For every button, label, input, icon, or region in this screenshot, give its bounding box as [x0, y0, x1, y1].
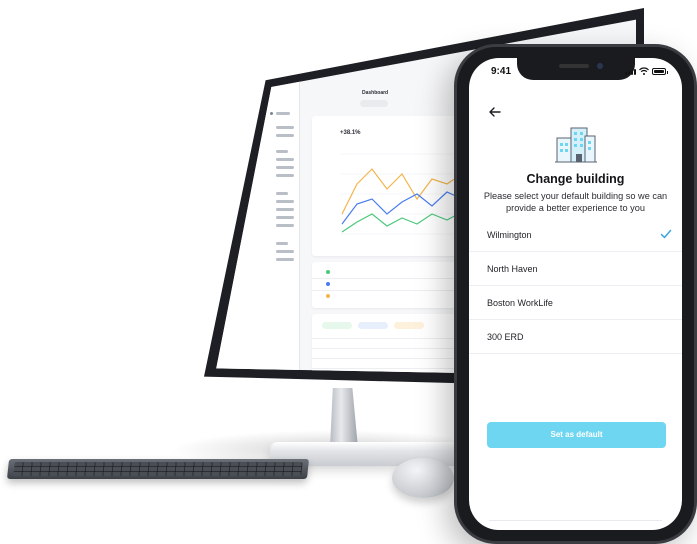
sidebar-item[interactable] — [276, 112, 290, 115]
chart-card: +38.1% — [312, 116, 472, 256]
checkmark-icon — [660, 229, 672, 239]
line-chart — [340, 153, 464, 235]
dashboard-title: Dashboard — [362, 90, 389, 96]
sidebar-item[interactable] — [276, 166, 294, 169]
phone-screen: 9:41 Change building Please select your … — [469, 58, 682, 530]
status-time: 9:41 — [491, 66, 512, 77]
sidebar-item[interactable] — [276, 192, 288, 195]
back-arrow-icon[interactable] — [487, 104, 503, 120]
sidebar-item[interactable] — [276, 216, 294, 219]
sidebar-item[interactable] — [276, 250, 294, 253]
list-item-300-erd[interactable]: 300 ERD — [469, 320, 682, 354]
speaker-grill — [558, 64, 589, 68]
list-item-label: North Haven — [487, 264, 538, 274]
sidebar-item[interactable] — [276, 242, 288, 245]
sidebar-item[interactable] — [276, 200, 294, 203]
list-item-label: Boston WorkLife — [487, 298, 553, 308]
legend-dot — [326, 294, 330, 298]
legend-dot — [326, 270, 330, 274]
sidebar-item[interactable] — [276, 126, 294, 129]
signal-icon — [625, 69, 636, 75]
building-icon — [554, 127, 597, 163]
list-item-north-haven[interactable]: North Haven — [469, 252, 682, 286]
phone-device: 9:41 Change building Please select your … — [454, 44, 697, 544]
dashboard-filter[interactable] — [360, 100, 388, 107]
table-card — [312, 314, 472, 376]
page-subtitle: Please select your default building so w… — [483, 191, 668, 213]
sidebar-item[interactable] — [276, 158, 294, 161]
page-title: Change building — [526, 172, 625, 186]
keyboard-keys — [13, 462, 303, 476]
list-item-wilmington[interactable]: Wilmington — [469, 218, 682, 252]
building-list: Wilmington North Haven Boston WorkLife 3… — [469, 218, 682, 354]
chart-value: +38.1% — [340, 130, 361, 136]
sidebar-item[interactable] — [276, 134, 294, 137]
sidebar-logo-icon — [270, 112, 273, 115]
table-tab[interactable] — [322, 322, 352, 329]
phone-notch — [516, 58, 635, 80]
table-tab[interactable] — [394, 322, 424, 329]
sidebar-item[interactable] — [276, 174, 294, 177]
bottom-divider — [489, 520, 662, 521]
battery-icon — [652, 68, 668, 75]
monitor-stand — [330, 388, 358, 448]
chart-series-line — [341, 211, 463, 233]
set-default-button[interactable]: Set as default — [487, 422, 666, 448]
camera-icon — [596, 63, 603, 69]
status-icons — [625, 67, 668, 75]
list-item-label: Wilmington — [487, 230, 532, 240]
legend-dot — [326, 282, 330, 286]
sidebar-item[interactable] — [276, 208, 294, 211]
list-item-label: 300 ERD — [487, 332, 524, 342]
wifi-icon — [639, 67, 649, 75]
table-tab[interactable] — [358, 322, 388, 329]
sidebar-item[interactable] — [276, 150, 288, 153]
keyboard — [6, 459, 310, 479]
sidebar-item[interactable] — [276, 224, 294, 227]
list-item-boston-worklife[interactable]: Boston WorkLife — [469, 286, 682, 320]
mouse — [392, 458, 454, 498]
dashboard-sidebar — [216, 19, 300, 377]
monitor-base-top — [272, 442, 468, 450]
chart-series-line — [341, 168, 463, 215]
sidebar-item[interactable] — [276, 258, 294, 261]
legend-card — [312, 262, 472, 308]
